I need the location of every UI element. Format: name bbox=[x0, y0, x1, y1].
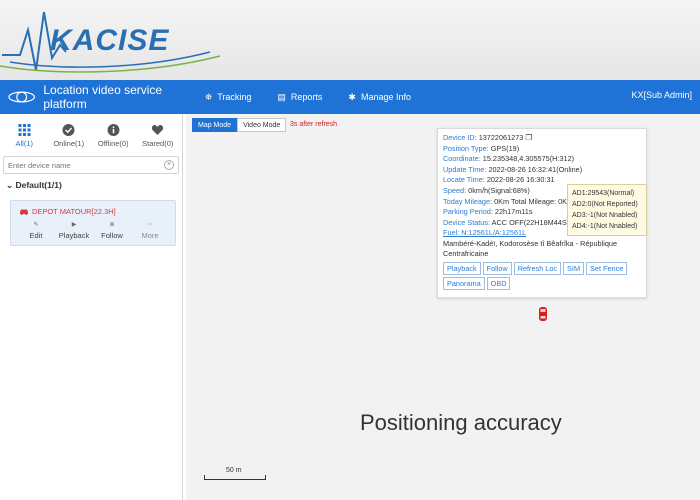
platform-title: Location video service platform bbox=[43, 83, 163, 111]
filter-tab-online-label: Online(1) bbox=[53, 139, 85, 148]
heart-icon bbox=[152, 124, 164, 135]
grid-icon bbox=[18, 124, 31, 136]
follow-button[interactable]: ⊕ Follow bbox=[94, 221, 130, 240]
position-type-value: GPS(19) bbox=[490, 143, 520, 153]
map-view[interactable]: Map Mode Video Mode 3s after refresh Dev… bbox=[186, 114, 700, 500]
map-scale: 50 m bbox=[204, 466, 266, 482]
popup-coordinate: Coordinate: 15.235348,4.305575(H:312) bbox=[443, 154, 641, 165]
edit-label: Edit bbox=[29, 231, 43, 240]
filter-tab-all[interactable]: All(1) bbox=[2, 124, 46, 152]
parking-key: Parking Period: bbox=[443, 207, 493, 217]
popup-actions: Playback Follow Refresh Loc SIM Set Fenc… bbox=[443, 261, 641, 292]
ad1-value: AD1:29543(Normal) bbox=[572, 190, 635, 197]
follow-icon: ⊕ bbox=[109, 222, 115, 228]
more-button[interactable]: ⋯ More bbox=[132, 221, 168, 240]
nav-manage-info[interactable]: ✱ Manage Info bbox=[348, 92, 411, 103]
video-mode-button[interactable]: Video Mode bbox=[237, 118, 287, 132]
nav-tracking[interactable]: ⛯ Tracking bbox=[205, 92, 251, 103]
popup-playback-button[interactable]: Playback bbox=[443, 261, 481, 275]
more-label: More bbox=[141, 231, 159, 240]
device-group-label: Default(1/1) bbox=[15, 180, 62, 190]
device-id-key: Device ID: bbox=[443, 133, 477, 142]
popup-panorama-button[interactable]: Panorama bbox=[443, 276, 485, 290]
device-group-header[interactable]: ⌄ Default(1/1) bbox=[0, 180, 182, 194]
device-search-input[interactable] bbox=[4, 157, 154, 173]
popup-device-id: Device ID: 13722061273 ❐ bbox=[443, 133, 641, 144]
info-circle-icon bbox=[107, 124, 120, 136]
platform-brand: Location video service platform bbox=[0, 83, 205, 111]
device-id-value: 13722061273 bbox=[478, 133, 524, 142]
device-item[interactable]: DEPOT MATOUR[22.3H] ✎ Edit ▶ Playback ⊕ … bbox=[10, 200, 176, 246]
device-actions: ✎ Edit ▶ Playback ⊕ Follow ⋯ More bbox=[11, 221, 175, 240]
popup-refresh-loc-button[interactable]: Refresh Loc bbox=[513, 261, 562, 275]
logo-text: KACISE bbox=[50, 24, 170, 57]
user-menu[interactable]: KX[Sub Admin] bbox=[631, 90, 692, 100]
device-name: DEPOT MATOUR[22.3H] bbox=[19, 207, 116, 216]
device-name-label: DEPOT MATOUR[22.3H] bbox=[32, 207, 116, 216]
planet-icon bbox=[8, 91, 35, 103]
playback-button[interactable]: ▶ Playback bbox=[56, 221, 92, 240]
follow-label: Follow bbox=[101, 231, 123, 240]
scale-label: 50 m bbox=[226, 467, 242, 474]
nav-tracking-label: Tracking bbox=[217, 92, 252, 102]
playback-label: Playback bbox=[58, 231, 90, 240]
map-mode-button[interactable]: Map Mode bbox=[192, 118, 238, 132]
tracking-icon: ⛯ bbox=[205, 91, 213, 102]
check-circle-icon bbox=[62, 124, 75, 136]
more-icon: ⋯ bbox=[147, 222, 153, 228]
filter-tab-stared[interactable]: Stared(0) bbox=[136, 124, 180, 152]
clear-search-icon[interactable]: × bbox=[164, 160, 174, 170]
parking-value: 22h17m11s bbox=[494, 207, 533, 217]
copy-icon[interactable]: ❐ bbox=[525, 133, 532, 142]
popup-position-type: Position Type: GPS(19) bbox=[443, 144, 641, 155]
device-sidebar: All(1) Online(1) Offline(0) Stared(0) × … bbox=[0, 114, 183, 500]
nav-reports[interactable]: ▤ Reports bbox=[277, 92, 322, 103]
playback-icon: ▶ bbox=[71, 222, 77, 228]
device-status-value: ACC OFF(22H18M44S) bbox=[491, 217, 570, 227]
update-time-value: 2022-08-26 16:32:41(Online) bbox=[488, 164, 583, 174]
top-navbar: Location video service platform ⛯ Tracki… bbox=[0, 80, 700, 114]
filter-tab-offline-label: Offline(0) bbox=[97, 139, 129, 148]
popup-address: Mambéré-Kadéï, Kodorosèse tî Bêafrîka - … bbox=[443, 238, 618, 258]
map-mode-toggle: Map Mode Video Mode bbox=[192, 118, 287, 132]
popup-update-time: Update Time: 2022-08-26 16:32:41(Online) bbox=[443, 165, 641, 176]
brand-banner: KACISE bbox=[0, 0, 700, 80]
scale-bar bbox=[204, 475, 266, 480]
popup-obd-button[interactable]: OBD bbox=[486, 276, 511, 290]
reports-icon: ▤ bbox=[277, 91, 286, 102]
position-type-key: Position Type: bbox=[443, 143, 489, 153]
nav-reports-label: Reports bbox=[290, 92, 323, 102]
filter-tab-offline[interactable]: Offline(0) bbox=[91, 124, 135, 152]
gear-icon: ✱ bbox=[348, 91, 356, 102]
ad3-value: AD3:-1(Not Nnabled) bbox=[572, 212, 638, 219]
edit-icon: ✎ bbox=[33, 222, 39, 228]
popup-follow-button[interactable]: Follow bbox=[482, 261, 512, 275]
mileage-key: Today Mileage: bbox=[443, 196, 493, 206]
filter-tabs: All(1) Online(1) Offline(0) Stared(0) bbox=[0, 114, 182, 152]
locate-time-key: Locate Time: bbox=[443, 175, 485, 185]
ad2-value: AD2:0(Not Reported) bbox=[572, 201, 638, 208]
popup-sim-button[interactable]: SIM bbox=[563, 261, 585, 275]
refresh-countdown: 3s after refresh bbox=[290, 121, 338, 128]
nav-manage-info-label: Manage Info bbox=[360, 92, 412, 102]
car-icon bbox=[20, 209, 28, 215]
coordinate-value: 15.235348,4.305575(H:312) bbox=[482, 154, 575, 164]
locate-time-value: 2022-08-26 16:30:31 bbox=[486, 175, 555, 185]
device-search: × bbox=[3, 156, 179, 174]
update-time-key: Update Time: bbox=[443, 164, 487, 174]
mileage-value: 0Km Total Mileage: 0Km bbox=[494, 196, 574, 206]
positioning-caption: Positioning accuracy bbox=[360, 410, 562, 435]
speed-key: Speed: bbox=[443, 185, 467, 195]
filter-tab-all-label: All(1) bbox=[15, 139, 33, 148]
filter-tab-stared-label: Stared(0) bbox=[142, 139, 174, 148]
ad4-value: AD4:-1(Not Nnabled) bbox=[572, 223, 638, 230]
edit-button[interactable]: ✎ Edit bbox=[18, 221, 54, 240]
filter-tab-online[interactable]: Online(1) bbox=[47, 124, 91, 152]
coordinate-key: Coordinate: bbox=[443, 154, 481, 164]
speed-value: 0km/h(Signal:68%) bbox=[468, 185, 530, 195]
popup-set-fence-button[interactable]: Set Fence bbox=[586, 261, 628, 275]
ad-tooltip: AD1:29543(Normal) AD2:0(Not Reported) AD… bbox=[567, 184, 647, 236]
vehicle-marker-icon[interactable] bbox=[538, 306, 548, 322]
device-status-key: Device Status: bbox=[443, 217, 491, 227]
